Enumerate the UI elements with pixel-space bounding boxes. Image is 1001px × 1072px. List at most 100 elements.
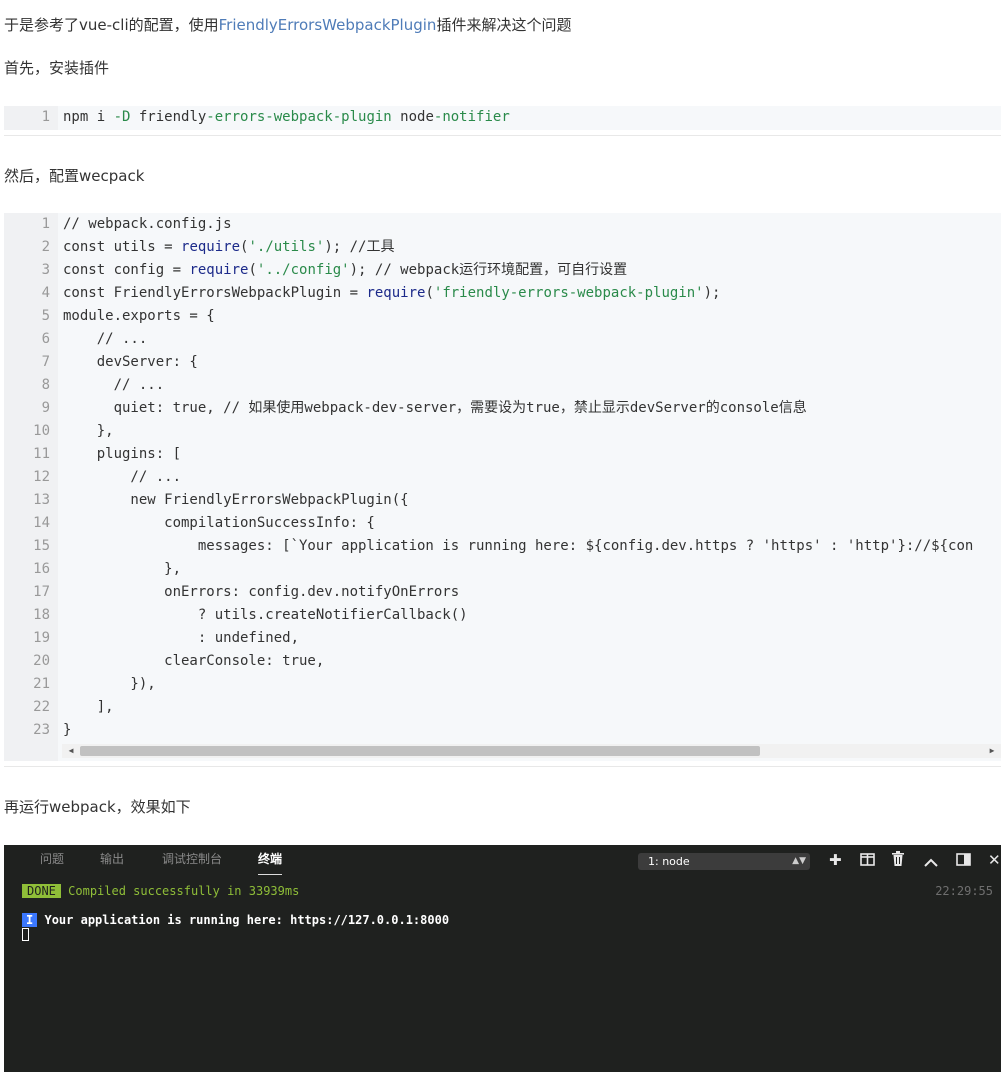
code-token: ( <box>425 285 434 301</box>
plus-icon[interactable]: ✚ <box>829 850 842 870</box>
line-number: 14 <box>33 515 50 531</box>
code-token: }, <box>63 561 182 577</box>
panel-tabs: 问题 输出 调试控制台 终端 <box>4 845 1001 875</box>
code-separator <box>4 766 1001 767</box>
split-icon[interactable] <box>860 851 875 871</box>
code-line: messages: [`Your application is running … <box>63 535 1001 558</box>
code-token: ); // webpack运行环境配置，可自行设置 <box>349 262 628 278</box>
line-number: 2 <box>41 239 50 255</box>
code-token: node <box>391 109 434 125</box>
code-token: ? utils.createNotifierCallback() <box>63 607 468 623</box>
code-token: quiet: true, // 如果使用webpack-dev-server，需… <box>63 400 807 416</box>
line-number: 21 <box>33 676 50 692</box>
code-line: // ... <box>63 374 1001 397</box>
done-line: DONE Compiled successfully in 33939ms <box>22 883 299 899</box>
intro-text: 于是参考了vue-cli的配置，使用 <box>4 16 219 34</box>
code-line: devServer: { <box>63 351 1001 374</box>
code-token: -notifier <box>433 109 510 125</box>
code-line: const FriendlyErrorsWebpackPlugin = requ… <box>63 282 1001 305</box>
code-token: require <box>181 239 241 255</box>
line-number: 10 <box>33 423 50 439</box>
code-token: '../config' <box>256 262 350 278</box>
code-token: devServer: { <box>63 354 198 370</box>
code-token: messages: [`Your application is running … <box>63 538 974 554</box>
line-number: 7 <box>41 354 50 370</box>
code-line: clearConsole: true, <box>63 650 1001 673</box>
trash-icon[interactable] <box>892 851 904 871</box>
code-token: new FriendlyErrorsWebpackPlugin({ <box>63 492 409 508</box>
install-code-block: 1 npm i -D friendly-errors-webpack-plugi… <box>4 106 1001 130</box>
line-number: 5 <box>41 308 50 324</box>
code-line: compilationSuccessInfo: { <box>63 512 1001 535</box>
close-icon[interactable]: ✕ <box>988 850 1001 870</box>
code-token: ); <box>703 285 721 301</box>
code-line: // ... <box>63 466 1001 489</box>
tab-terminal[interactable]: 终端 <box>258 845 283 875</box>
chevron-up-icon[interactable] <box>924 853 938 873</box>
tab-debug-console[interactable]: 调试控制台 <box>162 845 222 875</box>
line-number: 4 <box>41 285 50 301</box>
done-badge: DONE <box>22 884 61 898</box>
line-number: 19 <box>33 630 50 646</box>
horizontal-scrollbar[interactable]: ◀ ▶ <box>62 744 1001 758</box>
line-number: 11 <box>33 446 50 462</box>
line-number: 6 <box>41 331 50 347</box>
tab-output[interactable]: 输出 <box>100 845 124 875</box>
code-token: module.exports = { <box>63 308 215 324</box>
line-number: 16 <box>33 561 50 577</box>
code-token: friendly <box>130 109 207 125</box>
install-paragraph: 首先，安装插件 <box>4 59 110 77</box>
terminal-cursor <box>22 928 29 941</box>
code-token: './utils' <box>248 239 325 255</box>
code-line: onErrors: config.dev.notifyOnErrors <box>63 581 1001 604</box>
code-line: }, <box>63 420 1001 443</box>
line-number: 13 <box>33 492 50 508</box>
tab-problems[interactable]: 问题 <box>40 845 64 875</box>
code-line: const utils = require('./utils'); //工具 <box>63 236 1001 259</box>
line-number: 12 <box>33 469 50 485</box>
code-token: require <box>366 285 426 301</box>
code-line: }, <box>63 558 1001 581</box>
code-token: } <box>63 722 72 738</box>
code-lines: // webpack.config.js const utils = requir… <box>63 213 1001 742</box>
panel-icon[interactable] <box>956 851 971 871</box>
code-token: require <box>189 262 249 278</box>
code-token: onErrors: config.dev.notifyOnErrors <box>63 584 460 600</box>
info-badge: I <box>22 913 38 927</box>
code-line: ], <box>63 696 1001 719</box>
line-number-gutter: 1 <box>4 106 58 130</box>
info-message: Your application is running here: https:… <box>44 913 450 927</box>
info-line: I Your application is running here: http… <box>22 912 449 928</box>
line-number: 1 <box>41 216 50 232</box>
line-number: 23 <box>33 722 50 738</box>
code-token: // ... <box>63 377 165 393</box>
code-line: new FriendlyErrorsWebpackPlugin({ <box>63 489 1001 512</box>
done-message: Compiled successfully in 33939ms <box>68 884 300 898</box>
line-number: 15 <box>33 538 50 554</box>
code-line: // ... <box>63 328 1001 351</box>
code-token: -D <box>113 109 131 125</box>
code-line: quiet: true, // 如果使用webpack-dev-server，需… <box>63 397 1001 420</box>
code-token: }, <box>63 423 114 439</box>
plugin-link[interactable]: FriendlyErrorsWebpackPlugin <box>219 16 437 34</box>
line-number: 22 <box>33 699 50 715</box>
intro-text-suffix: 插件来解决这个问题 <box>436 16 572 34</box>
code-line: }), <box>63 673 1001 696</box>
code-token: 'friendly-errors-webpack-plugin' <box>433 285 704 301</box>
code-token: const config = <box>63 262 190 278</box>
terminal-panel: 问题 输出 调试控制台 终端 1: node ▲▼ ✚ ✕ DONE Compi… <box>4 845 1001 1072</box>
line-number: 18 <box>33 607 50 623</box>
code-token: npm i <box>63 109 114 125</box>
code-token: }), <box>63 676 156 692</box>
code-token: // webpack.config.js <box>63 216 232 232</box>
scroll-right-icon[interactable]: ▶ <box>985 744 999 758</box>
terminal-selector[interactable]: 1: node ▲▼ <box>638 853 810 870</box>
code-line: // webpack.config.js <box>63 213 1001 236</box>
scroll-left-icon[interactable]: ◀ <box>64 744 78 758</box>
scrollbar-thumb[interactable] <box>80 746 760 756</box>
line-number: 9 <box>41 400 50 416</box>
result-paragraph: 再运行webpack，效果如下 <box>4 798 191 816</box>
config-code-block: 1 2 3 4 5 6 7 8 9 10 11 12 13 14 15 16 17 18 19 20 21 22 23 //… <box>4 213 1001 761</box>
intro-paragraph: 于是参考了vue-cli的配置，使用FriendlyErrorsWebpackP… <box>4 15 571 35</box>
code-line: npm i -D friendly-errors-webpack-plugin … <box>63 106 1001 129</box>
